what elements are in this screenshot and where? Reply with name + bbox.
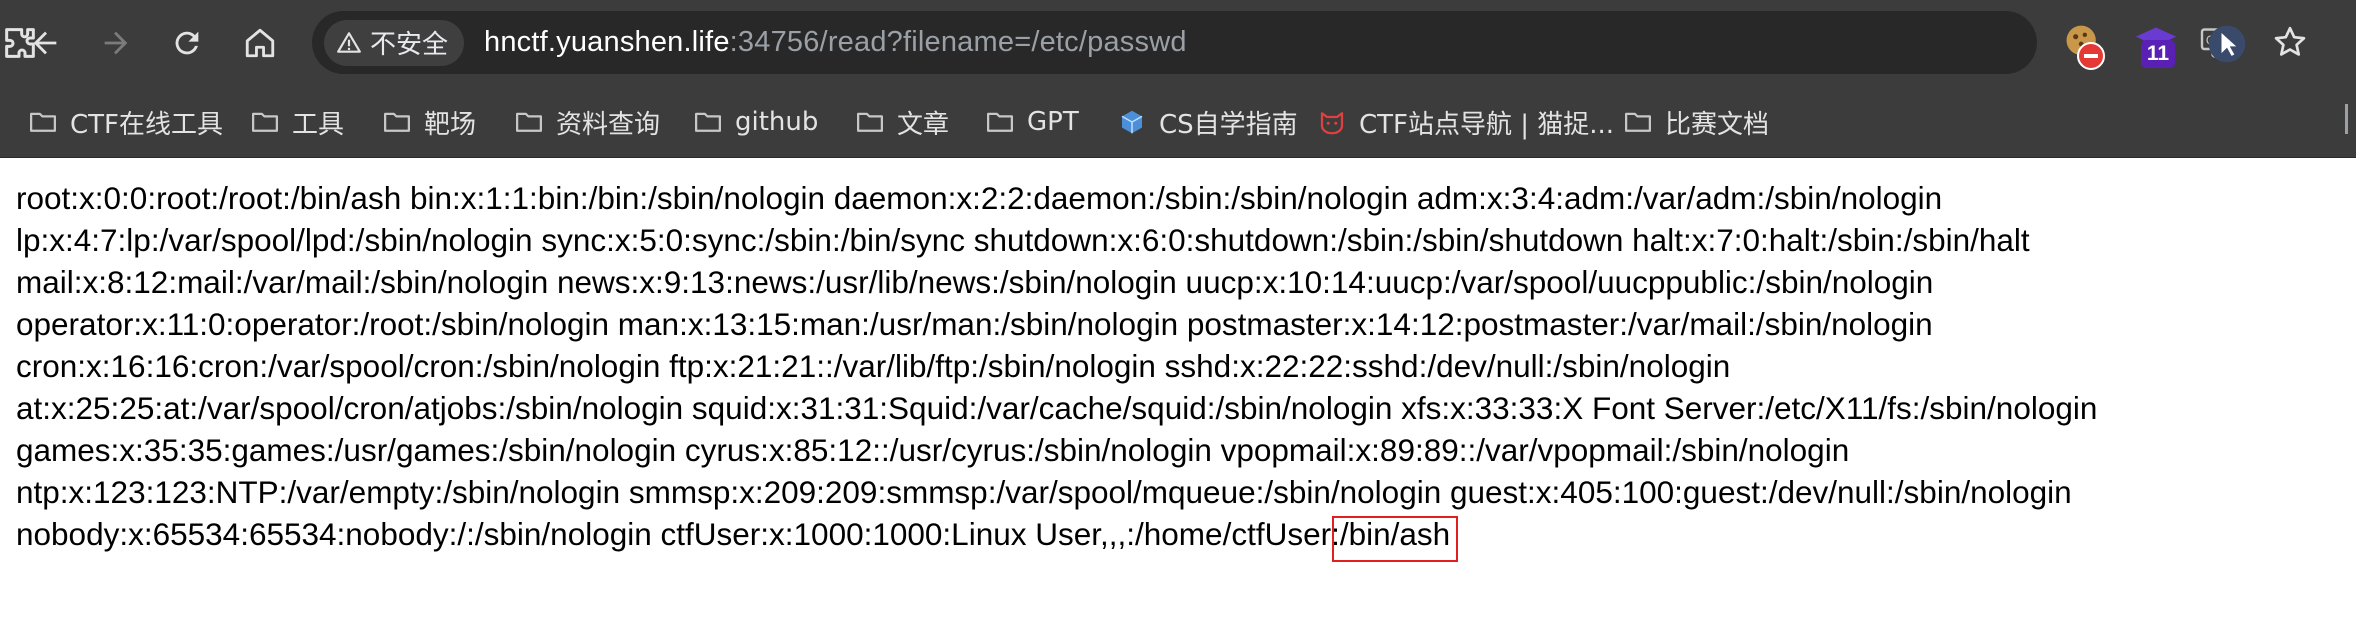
folder-icon (1625, 112, 1651, 132)
folder-icon (857, 112, 883, 132)
bookmark-label: 资料查询 (556, 109, 661, 140)
bookmark-label: 文章 (897, 109, 950, 140)
bookmark-ctf-nav[interactable]: CTF站点导航 | 猫捉... (1317, 102, 1614, 142)
extension-count-badge: 11 (2141, 40, 2175, 68)
content-line: root:x:0:0:root:/root:/bin/ash bin:x:1:1… (16, 180, 1943, 216)
cube-icon (1121, 110, 1143, 134)
passwd-file-content: root:x:0:0:root:/root:/bin/ash bin:x:1:1… (16, 177, 2346, 555)
home-icon (245, 28, 275, 58)
stop-badge-icon (2077, 42, 2105, 70)
bookmark-label: github (735, 107, 819, 137)
security-label: 不安全 (370, 30, 449, 60)
forward-button[interactable] (93, 20, 139, 66)
reload-button[interactable] (164, 20, 210, 66)
bookmark-label: 靶场 (424, 109, 477, 140)
bookmark-label: GPT (1027, 107, 1079, 137)
content-line: at:x:25:25:at:/var/spool/cron/atjobs:/sb… (16, 390, 2098, 426)
content-line: lp:x:4:7:lp:/var/spool/lpd:/sbin/nologin… (16, 222, 2030, 258)
bookmark-folder-contest-docs[interactable]: 比赛文档 (1623, 102, 1769, 142)
security-chip[interactable]: 不安全 (324, 19, 465, 66)
content-line: nobody:x:65534:65534:nobody:/:/sbin/nolo… (16, 516, 1451, 552)
bookmark-folder-ctf-tools[interactable]: CTF在线工具 (28, 102, 223, 142)
bookmark-folder-tools[interactable]: 工具 (250, 102, 344, 142)
bookmark-label: CTF在线工具 (70, 109, 223, 140)
bookmark-label: 比赛文档 (1665, 109, 1770, 140)
cat-icon (1320, 112, 1344, 135)
extension-cursor-icon[interactable] (2205, 22, 2249, 66)
back-button[interactable] (22, 20, 68, 66)
warning-triangle-icon (337, 31, 361, 53)
reload-icon (175, 31, 199, 55)
star-icon[interactable] (2272, 24, 2308, 60)
browser-toolbar: 不安全 hnctf.yuanshen.life:34756/read?filen… (0, 0, 2356, 86)
url-text[interactable]: hnctf.yuanshen.life:34756/read?filename=… (484, 26, 1187, 59)
address-bar[interactable]: 不安全 hnctf.yuanshen.life:34756/read?filen… (312, 11, 2306, 74)
url-host: hnctf.yuanshen.life (484, 26, 730, 58)
bookmark-folder-lookup[interactable]: 资料查询 (514, 102, 660, 142)
folder-icon (384, 112, 410, 132)
folder-icon (516, 112, 542, 132)
bookmarks-separator (2345, 104, 2348, 134)
folder-icon (987, 112, 1013, 132)
bookmarks-bar: CTF在线工具 工具 靶场 资料查询 github 文章 GPT CS自学指南 … (0, 86, 2356, 158)
url-path: :34756/read?filename=/etc/passwd (729, 26, 1187, 58)
arrow-right-icon (104, 31, 128, 55)
bookmark-label: CS自学指南 (1159, 109, 1298, 140)
content-line: games:x:35:35:games:/usr/games:/sbin/nol… (16, 432, 1850, 468)
content-line: cron:x:16:16:cron:/var/spool/cron:/sbin/… (16, 348, 1731, 384)
bookmark-label: CTF站点导航 | 猫捉... (1359, 109, 1615, 140)
bookmark-folder-github[interactable]: github (693, 102, 818, 142)
bookmark-folder-articles[interactable]: 文章 (855, 102, 949, 142)
home-button[interactable] (237, 20, 283, 66)
folder-icon (252, 112, 278, 132)
folder-icon (30, 112, 56, 132)
bookmark-folder-range[interactable]: 靶场 (382, 102, 476, 142)
bookmark-folder-gpt[interactable]: GPT (985, 102, 1079, 142)
folder-icon (695, 112, 721, 132)
content-line: mail:x:8:12:mail:/var/mail:/sbin/nologin… (16, 264, 1934, 300)
content-line: ntp:x:123:123:NTP:/var/empty:/sbin/nolog… (16, 474, 2072, 510)
bookmark-cs-guide[interactable]: CS自学指南 (1117, 102, 1298, 142)
content-line: operator:x:11:0:operator:/root:/sbin/nol… (16, 306, 1933, 342)
arrow-left-icon (33, 31, 57, 55)
bookmark-label: 工具 (292, 109, 345, 140)
